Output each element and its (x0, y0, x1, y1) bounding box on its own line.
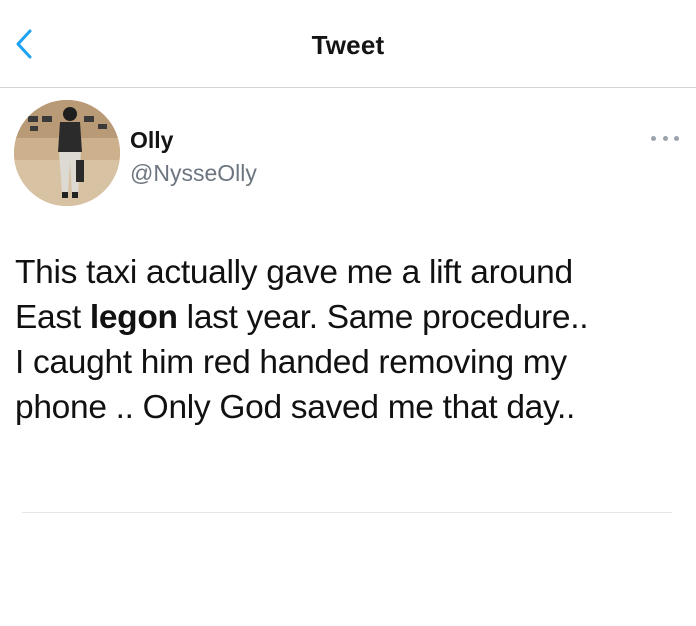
top-navigation-bar: Tweet (0, 0, 696, 88)
more-dots-icon (651, 135, 656, 141)
profile-photo (14, 100, 120, 206)
tweet-text-line: This taxi actually gave me a lift around (15, 250, 685, 295)
more-dots-icon (662, 135, 668, 141)
tweet-text-line: phone .. Only God saved me that day.. (15, 385, 685, 430)
more-options-button[interactable] (651, 131, 679, 145)
avatar[interactable] (14, 100, 120, 206)
tweet-text-segment: last year. Same procedure.. (177, 299, 589, 336)
tweet-text-segment: phone .. Only God saved me that day.. (15, 389, 575, 426)
divider (22, 512, 672, 513)
tweet-text-segment: This taxi actually gave me a lift around (15, 254, 573, 291)
author-name[interactable]: Olly (130, 127, 173, 154)
tweet-text-line: I caught him red handed removing my (15, 340, 685, 385)
tweet-text: This taxi actually gave me a lift around… (15, 250, 685, 430)
page-title: Tweet (311, 30, 385, 60)
tweet-text-bold-segment: legon (89, 299, 178, 336)
tweet-text-segment: East (15, 299, 90, 336)
tweet-text-segment: I caught him red handed removing my (15, 344, 567, 381)
author-handle[interactable]: @NysseOlly (130, 160, 257, 187)
more-dots-icon (674, 135, 679, 141)
tweet-text-line: East legon last year. Same procedure.. (15, 295, 685, 340)
